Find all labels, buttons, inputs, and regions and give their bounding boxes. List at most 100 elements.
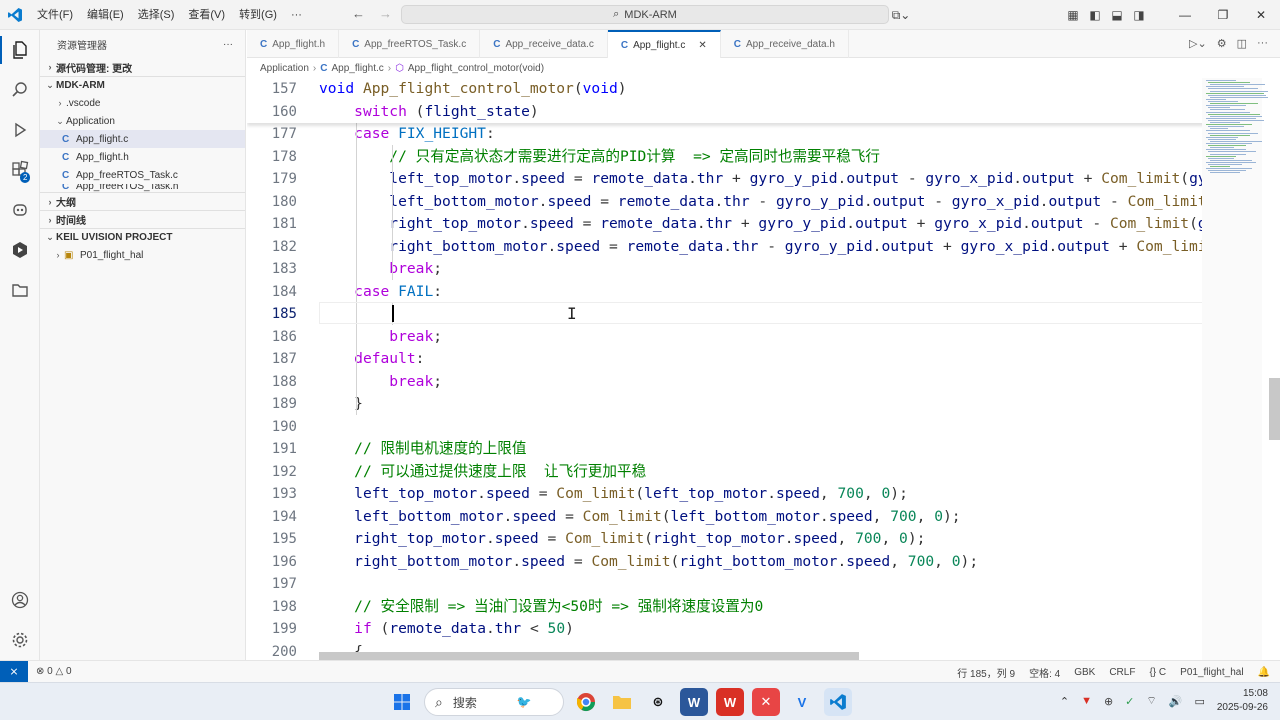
explorer-icon[interactable] [0, 30, 40, 70]
code-editor[interactable]: 177 178 179 180 181 182 183 184 185 186 187 188 189 1… [247, 78, 1280, 660]
code-line[interactable]: right_bottom_motor.speed = remote_data.t… [319, 236, 1242, 259]
run-debug-icon[interactable] [0, 110, 40, 150]
chatgpt-icon[interactable]: ⊛ [644, 688, 672, 716]
sticky-line[interactable]: 160 switch (flight_state) [247, 101, 1207, 124]
tree-item-application[interactable]: ⌄ Application [40, 112, 245, 130]
account-icon[interactable] [0, 580, 40, 620]
remote-icon[interactable]: ⨯ [0, 660, 28, 683]
restore-icon[interactable]: ❐ [1204, 8, 1242, 22]
menu-edit[interactable]: 编辑(E) [80, 0, 131, 30]
close-tab-icon[interactable]: ✕ [698, 40, 706, 51]
keil-extension-icon[interactable] [0, 230, 40, 270]
split-editor-icon[interactable]: ◫ [1237, 37, 1247, 50]
minimize-icon[interactable]: — [1166, 8, 1204, 22]
breadcrumb-file[interactable]: App_flight.c [332, 63, 384, 74]
breadcrumb-folder[interactable]: Application [260, 63, 309, 74]
code-line[interactable]: default: [319, 348, 1242, 371]
tree-item-vscode[interactable]: › .vscode [40, 94, 245, 112]
copilot-chat-icon[interactable] [0, 190, 40, 230]
code-line[interactable]: right_top_motor.speed = Com_limit(right_… [319, 528, 1242, 551]
back-arrow-icon[interactable]: ← [352, 6, 365, 21]
tab-app-receive-data-c[interactable]: C App_receive_data.c [480, 30, 608, 58]
outline-section[interactable]: › 大纲 [40, 192, 245, 210]
tree-file-app-flight-c[interactable]: C App_flight.c [40, 130, 245, 148]
menu-more[interactable]: ··· [284, 0, 309, 30]
toggle-sidebar-icon[interactable]: ◧ [1084, 8, 1106, 22]
code-line[interactable]: // 限制电机速度的上限值 [319, 438, 1242, 461]
volume-icon[interactable]: 🔊 [1169, 695, 1183, 708]
code-line[interactable]: break; [319, 371, 1242, 394]
layout-icon[interactable]: ▦ [1062, 8, 1084, 22]
search-activity-icon[interactable] [0, 70, 40, 110]
code-line[interactable]: if (remote_data.thr < 50) [319, 618, 1242, 641]
indentation[interactable]: 空格: 4 [1029, 665, 1060, 680]
code-line[interactable]: case FAIL: [319, 281, 1242, 304]
code-line[interactable]: break; [319, 326, 1242, 349]
code-line[interactable]: left_top_motor.speed = remote_data.thr +… [319, 168, 1242, 191]
command-center[interactable]: ⌕ MDK-ARM [401, 5, 889, 24]
settings-icon[interactable]: ⚙ [1217, 37, 1227, 50]
code-line[interactable]: // 只有定高状态才需要进行定高的PID计算 => 定高同时也需要平稳飞行 [319, 146, 1242, 169]
system-clock[interactable]: 15:08 2025-09-26 [1217, 687, 1268, 715]
run-code-icon[interactable]: ▷⌄ [1189, 37, 1207, 50]
project-section[interactable]: ⌄ MDK-ARM [40, 76, 245, 94]
code-line[interactable] [319, 416, 1242, 439]
folder-icon[interactable] [0, 270, 40, 310]
word-icon[interactable]: W [680, 688, 708, 716]
code-line[interactable] [319, 573, 1242, 596]
xmind-icon[interactable]: ✕ [752, 688, 780, 716]
code-line[interactable]: break; [319, 258, 1242, 281]
battery-icon[interactable]: ▭ [1194, 695, 1204, 708]
tray-app3-icon[interactable]: ✓ [1125, 695, 1134, 708]
end-of-line[interactable]: CRLF [1109, 667, 1135, 678]
more-icon[interactable]: ··· [1257, 37, 1268, 50]
tray-app-icon[interactable]: ▼ [1081, 695, 1092, 707]
problems-indicator[interactable]: ⊗ 0 △ 0 [36, 666, 72, 677]
chrome-icon[interactable] [572, 688, 600, 716]
menu-selection[interactable]: 选择(S) [131, 0, 182, 30]
copilot-icon[interactable]: ⧉⌄ [890, 8, 912, 23]
minimap[interactable] [1202, 78, 1268, 660]
code-line[interactable]: } [319, 393, 1242, 416]
tab-app-flight-c[interactable]: C App_flight.c ✕ [607, 30, 721, 58]
tab-app-receive-data-h[interactable]: C App_receive_data.h [721, 30, 849, 58]
vertical-scrollbar[interactable] [1269, 378, 1280, 440]
menu-go[interactable]: 转到(G) [232, 0, 284, 30]
keil-project-status[interactable]: P01_flight_hal [1180, 667, 1243, 678]
tray-chevron-up-icon[interactable]: ⌃ [1060, 695, 1069, 708]
code-line[interactable]: right_top_motor.speed = remote_data.thr … [319, 213, 1242, 236]
breadcrumb-symbol[interactable]: App_flight_control_motor(void) [408, 63, 544, 74]
toggle-panel-icon[interactable]: ⬓ [1106, 8, 1128, 22]
tree-file-app-freertos-task-h[interactable]: C App_freeRTOS_Task.h [40, 184, 245, 192]
sticky-line[interactable]: 157 void App_flight_control_motor(void) [247, 78, 1207, 101]
wifi-icon[interactable]: ⌔ [1146, 694, 1156, 708]
code-line[interactable]: // 安全限制 => 当油门设置为<50时 => 强制将速度设置为0 [319, 596, 1242, 619]
code-content[interactable]: case FIX_HEIGHT: // 只有定高状态才需要进行定高的PID计算 … [319, 123, 1242, 660]
tab-app-freertos-task-c[interactable]: C App_freeRTOS_Task.c [339, 30, 481, 58]
close-icon[interactable]: ✕ [1242, 8, 1280, 22]
file-explorer-icon[interactable] [608, 688, 636, 716]
notifications-icon[interactable]: 🔔 [1258, 667, 1270, 678]
code-line[interactable]: case FIX_HEIGHT: [319, 123, 1242, 146]
wps-icon[interactable]: W [716, 688, 744, 716]
more-actions-icon[interactable]: ··· [223, 39, 233, 50]
vector-app-icon[interactable]: V [788, 688, 816, 716]
code-line[interactable]: left_top_motor.speed = Com_limit(left_to… [319, 483, 1242, 506]
tree-file-app-freertos-task-c[interactable]: C App_freeRTOS_Task.c [40, 166, 245, 184]
settings-gear-icon[interactable] [0, 620, 40, 660]
forward-arrow-icon[interactable]: → [379, 6, 392, 21]
code-line[interactable]: // 可以通过提供速度上限 让飞行更加平稳 [319, 461, 1242, 484]
code-line[interactable]: left_bottom_motor.speed = Com_limit(left… [319, 506, 1242, 529]
taskbar-search[interactable]: ⌕ 搜索 🐦 [424, 688, 564, 716]
timeline-section[interactable]: › 时间线 [40, 210, 245, 228]
cursor-position[interactable]: 行 185，列 9 [957, 665, 1015, 680]
windows-start-icon[interactable] [388, 688, 416, 716]
horizontal-scrollbar[interactable] [319, 652, 859, 660]
tree-file-app-flight-h[interactable]: C App_flight.h [40, 148, 245, 166]
tray-app2-icon[interactable]: ⊕ [1104, 695, 1113, 708]
tab-app-flight-h[interactable]: C App_flight.h [247, 30, 340, 58]
keil-section[interactable]: ⌄ KEIL UVISION PROJECT [40, 228, 245, 246]
sticky-scroll[interactable]: 157 void App_flight_control_motor(void) 16… [247, 78, 1207, 123]
encoding[interactable]: GBK [1074, 667, 1095, 678]
code-line[interactable]: right_bottom_motor.speed = Com_limit(rig… [319, 551, 1242, 574]
